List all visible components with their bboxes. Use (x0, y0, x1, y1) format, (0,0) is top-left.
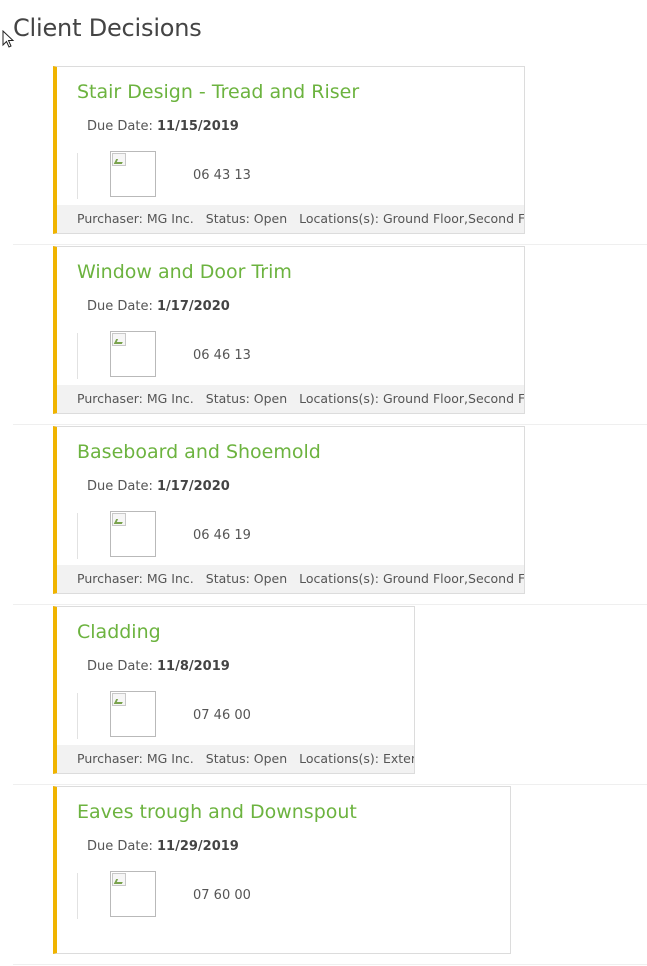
decision-row: Cladding Due Date: 11/8/2019 07 46 00 Pu… (0, 606, 647, 786)
status: Status: Open (205, 391, 288, 406)
decision-list: Stair Design - Tread and Riser Due Date:… (0, 66, 647, 966)
due-date: Due Date: 11/8/2019 (87, 659, 230, 674)
decision-card[interactable]: Eaves trough and Downspout Due Date: 11/… (53, 786, 511, 954)
decision-meta: Purchaser: MG Inc. Status: Open Location… (57, 745, 414, 773)
broken-image-icon (112, 873, 126, 886)
due-date: Due Date: 1/17/2020 (87, 299, 230, 314)
decision-card[interactable]: Baseboard and Shoemold Due Date: 1/17/20… (53, 426, 525, 594)
divider (77, 693, 78, 739)
decision-title[interactable]: Window and Door Trim (77, 261, 292, 283)
status: Status: Open (205, 751, 288, 766)
spec-code: 06 43 13 (193, 168, 251, 183)
locations: Locations(s): Ground Floor,Second Floor (299, 571, 524, 586)
decision-meta: Purchaser: MG Inc. Status: Open Location… (57, 205, 524, 233)
due-date: Due Date: 11/15/2019 (87, 119, 239, 134)
decision-title[interactable]: Cladding (77, 621, 161, 643)
spec-code: 06 46 13 (193, 348, 251, 363)
decision-card[interactable]: Cladding Due Date: 11/8/2019 07 46 00 Pu… (53, 606, 415, 774)
decision-title[interactable]: Baseboard and Shoemold (77, 441, 321, 463)
decision-thumbnail[interactable] (110, 871, 156, 917)
decision-row: Baseboard and Shoemold Due Date: 1/17/20… (0, 426, 647, 606)
broken-image-icon (112, 693, 126, 706)
decision-meta: Purchaser: MG Inc. Status: Open Location… (57, 385, 524, 413)
locations: Locations(s): Ground Floor,Second Floor (299, 391, 524, 406)
broken-image-icon (112, 153, 126, 166)
locations: Locations(s): Ground Floor,Second Floor (299, 211, 524, 226)
decision-thumbnail[interactable] (110, 511, 156, 557)
spec-code: 06 46 19 (193, 528, 251, 543)
decision-thumbnail[interactable] (110, 691, 156, 737)
due-date: Due Date: 11/29/2019 (87, 839, 239, 854)
spec-code: 07 60 00 (193, 888, 251, 903)
decision-title[interactable]: Eaves trough and Downspout (77, 801, 357, 823)
decision-card[interactable]: Stair Design - Tread and Riser Due Date:… (53, 66, 525, 234)
status: Status: Open (205, 571, 288, 586)
decision-row: Window and Door Trim Due Date: 1/17/2020… (0, 246, 647, 426)
broken-image-icon (112, 333, 126, 346)
divider (77, 153, 78, 199)
decision-row: Eaves trough and Downspout Due Date: 11/… (0, 786, 647, 966)
decision-meta: Purchaser: MG Inc. Status: Open Location… (57, 565, 524, 593)
divider (77, 873, 78, 919)
purchaser: Purchaser: MG Inc. (77, 571, 194, 586)
decision-card[interactable]: Window and Door Trim Due Date: 1/17/2020… (53, 246, 525, 414)
divider (77, 333, 78, 379)
due-date: Due Date: 1/17/2020 (87, 479, 230, 494)
spec-code: 07 46 00 (193, 708, 251, 723)
purchaser: Purchaser: MG Inc. (77, 391, 194, 406)
status: Status: Open (205, 211, 288, 226)
purchaser: Purchaser: MG Inc. (77, 751, 194, 766)
decision-row: Stair Design - Tread and Riser Due Date:… (0, 66, 647, 246)
divider (77, 513, 78, 559)
locations: Locations(s): Exterior (299, 751, 414, 766)
decision-title[interactable]: Stair Design - Tread and Riser (77, 81, 359, 103)
decision-thumbnail[interactable] (110, 331, 156, 377)
purchaser: Purchaser: MG Inc. (77, 211, 194, 226)
page-title: Client Decisions (13, 14, 202, 42)
broken-image-icon (112, 513, 126, 526)
decision-thumbnail[interactable] (110, 151, 156, 197)
